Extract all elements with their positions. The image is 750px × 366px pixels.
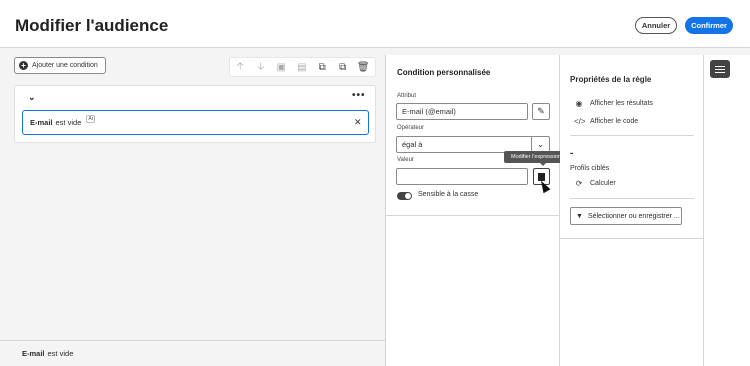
panel-divider [386,215,560,216]
properties-separator [570,135,694,136]
value-label: Valeur [397,157,414,163]
condition-summary-bar: E-mail est vide [0,340,385,366]
calculate-link[interactable]: ⟳ Calculer [574,179,616,188]
page-title: Modifier l'audience [15,16,169,35]
summary-text: est vide [47,349,74,358]
code-icon: </> [574,117,586,126]
select-or-save-button[interactable]: ▼ Sélectionner ou enregistrer ... [570,207,682,225]
arrow-up-icon: 🡡 [236,60,244,72]
condition-operator: est vide [55,118,82,127]
copy-button[interactable]: ⧉ [312,57,333,77]
header: Modifier l'audience Annuler Confirmer [0,0,750,48]
move-down-button[interactable]: 🡣 [251,57,272,77]
condition-field: E-mail [30,118,53,127]
condition-panel: Condition personnalisée Attribut E-mail … [385,55,560,366]
sliders-icon [715,65,725,67]
value-field[interactable] [396,168,528,185]
condition-panel-title: Condition personnalisée [397,68,491,77]
condition-group: ⌄ ••• E-mail est vide Ar ✕ [14,85,376,143]
edit-icon: ✎ [537,106,545,116]
edit-attribute-button[interactable]: ✎ [532,103,550,120]
attribute-label: Attribut [397,93,417,99]
move-up-button[interactable]: 🡡 [230,57,251,77]
properties-separator [570,198,694,199]
sliders-icon [715,71,725,73]
plus-circle-icon: + [19,61,28,70]
arrow-down-icon: 🡣 [257,60,265,72]
add-condition-label: Ajouter une condition [32,62,98,69]
delete-button[interactable]: 🗑 [353,57,374,77]
chevron-down-icon[interactable]: ⌄ [28,92,36,103]
confirm-button[interactable]: Confirmer [685,17,733,34]
ungroup-icon: ▤ [297,61,307,73]
condition-toolbar: 🡡 🡣 ▣ ▤ ⧉ ⧉ 🗑 [229,57,376,77]
calculate-label: Calculer [590,180,616,187]
edit-expression-tooltip: Modifier l'expression [504,151,568,166]
refresh-icon: ⟳ [575,179,583,188]
ungroup-button[interactable]: ▤ [292,57,313,77]
show-results-label: Afficher les résultats [590,100,653,107]
profile-count: - [570,148,574,159]
chevron-down-icon: ⌄ [531,137,549,152]
copy-icon: ⧉ [318,61,326,73]
case-sensitive-label: Sensible à la casse [418,191,479,198]
right-rail [703,55,750,366]
operator-label: Opérateur [397,125,425,131]
cancel-button[interactable]: Annuler [635,17,677,34]
show-code-link[interactable]: </> Afficher le code [574,117,638,126]
eye-icon: ◉ [575,99,583,108]
condition-row[interactable]: E-mail est vide Ar ✕ [22,110,369,135]
case-sensitive-toggle[interactable] [397,192,412,200]
group-icon: ▣ [276,61,286,73]
case-badge: Ar [86,114,96,123]
select-or-save-label: Sélectionner ou enregistrer ... [587,212,680,220]
show-code-label: Afficher le code [590,118,639,125]
operator-value: égal à [402,140,423,149]
rule-properties-panel: Propriétés de la règle ◉ Afficher les ré… [560,55,703,366]
filter-icon: ▼ [576,212,583,220]
duplicate-button[interactable]: ⧉ [333,57,354,77]
settings-sliders-button[interactable] [710,60,730,78]
sliders-icon [715,68,725,70]
targeted-profiles-label: Profils ciblés [570,165,610,172]
properties-title: Propriétés de la règle [570,75,652,84]
more-options-icon[interactable]: ••• [352,90,366,101]
show-results-link[interactable]: ◉ Afficher les résultats [574,99,653,108]
close-icon[interactable]: ✕ [354,117,362,128]
trash-icon: 🗑 [356,61,370,73]
duplicate-icon: ⧉ [339,61,347,73]
properties-divider [560,238,703,239]
add-condition-button[interactable]: + Ajouter une condition [14,57,106,74]
group-button[interactable]: ▣ [271,57,292,77]
attribute-field[interactable]: E-mail (@email) [396,103,528,120]
summary-field: E-mail [22,349,45,358]
